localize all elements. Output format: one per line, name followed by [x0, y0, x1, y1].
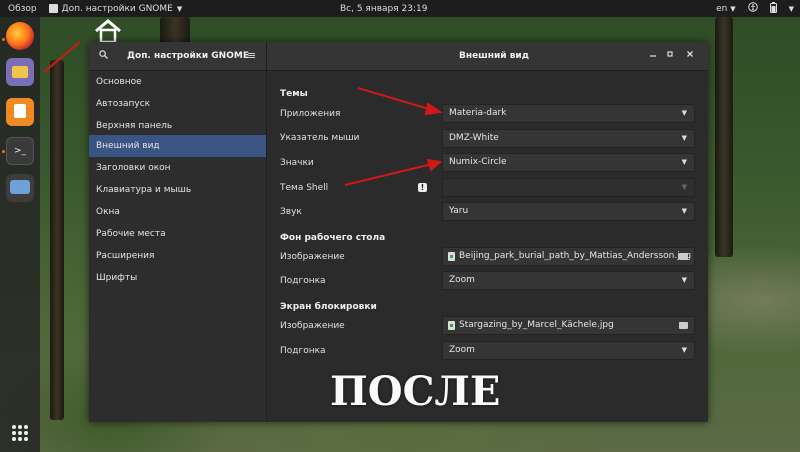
sound-theme-value: Yaru	[449, 206, 469, 216]
sidebar-item-fonts[interactable]: Шрифты	[89, 267, 266, 289]
tweaks-icon[interactable]	[6, 174, 34, 202]
running-indicator	[2, 38, 5, 41]
activities-button[interactable]: Обзор	[0, 4, 45, 14]
lockscreen-fit-dropdown[interactable]: Zoom ▼	[442, 341, 695, 360]
sidebar-item-workspaces[interactable]: Рабочие места	[89, 223, 266, 245]
wallpaper-tree-trunk	[715, 17, 733, 257]
icons-theme-value: Numix-Circle	[449, 157, 507, 167]
background-image-value: Beijing_park_burial_path_by_Mattias_Ande…	[459, 251, 692, 261]
sidebar-item-startup[interactable]: Автозапуск	[89, 93, 266, 115]
sidebar-title: Доп. настройки GNOME	[127, 51, 249, 61]
keyboard-layout-indicator[interactable]: en ▼	[716, 4, 736, 14]
background-fit-label: Подгонка	[280, 276, 326, 286]
app-menu[interactable]: Доп. настройки GNOME ▼	[45, 4, 187, 14]
battery-icon[interactable]	[769, 1, 777, 16]
clock[interactable]: Вс, 5 января 23:19	[340, 4, 427, 14]
system-tray: en ▼ ▼	[716, 1, 794, 16]
applications-theme-label: Приложения	[280, 109, 341, 119]
chevron-down-icon: ▼	[681, 346, 687, 354]
app-menu-label: Доп. настройки GNOME	[61, 3, 173, 14]
chevron-down-icon: ▼	[788, 4, 794, 13]
icons-theme-label: Значки	[280, 158, 314, 168]
warning-icon: !	[418, 183, 427, 192]
background-image-label: Изображение	[280, 252, 345, 262]
top-bar: Обзор Доп. настройки GNOME ▼ Вс, 5 январ…	[0, 0, 800, 17]
sidebar-item-window-titlebars[interactable]: Заголовки окон	[89, 157, 266, 179]
show-applications-icon[interactable]	[12, 425, 28, 441]
sidebar-item-extensions[interactable]: Расширения	[89, 245, 266, 267]
lockscreen-image-label: Изображение	[280, 321, 345, 331]
sidebar-header: Доп. настройки GNOME ≡	[89, 42, 267, 70]
chevron-down-icon: ▼	[681, 109, 687, 117]
background-fit-value: Zoom	[449, 275, 475, 285]
search-icon[interactable]	[99, 50, 108, 59]
applications-theme-value: Materia-dark	[449, 108, 507, 118]
lockscreen-fit-label: Подгонка	[280, 346, 326, 356]
background-section-title: Фон рабочего стола	[280, 233, 386, 243]
system-menu[interactable]: ▼	[789, 4, 794, 14]
hamburger-menu-icon[interactable]: ≡	[247, 49, 256, 62]
overlay-caption: ПОСЛЕ	[330, 368, 501, 415]
shell-theme-label: Тема Shell	[280, 183, 329, 193]
folder-icon	[679, 253, 688, 260]
sound-theme-dropdown[interactable]: Yaru ▼	[442, 202, 695, 221]
shell-theme-dropdown: ▼	[442, 178, 695, 197]
chevron-down-icon: ▼	[176, 4, 183, 13]
cursor-theme-value: DMZ-White	[449, 133, 499, 143]
chevron-down-icon: ▼	[730, 4, 736, 13]
chevron-down-icon: ▼	[681, 183, 687, 191]
chevron-down-icon: ▼	[681, 276, 687, 284]
files-icon[interactable]	[6, 58, 34, 86]
home-folder-icon[interactable]	[93, 18, 123, 44]
themes-section-title: Темы	[280, 89, 308, 99]
sidebar-item-appearance[interactable]: Внешний вид	[89, 135, 266, 157]
sidebar-item-top-bar[interactable]: Верхняя панель	[89, 115, 266, 137]
cursor-theme-dropdown[interactable]: DMZ-White ▼	[442, 129, 695, 148]
sidebar-item-general[interactable]: Основное	[89, 71, 266, 93]
lockscreen-image-chooser[interactable]: Stargazing_by_Marcel_Kächele.jpg	[442, 316, 695, 335]
sidebar-item-windows[interactable]: Окна	[89, 201, 266, 223]
image-file-icon	[448, 252, 455, 261]
folder-icon	[679, 322, 688, 329]
terminal-icon[interactable]: >_	[6, 137, 34, 165]
applications-theme-dropdown[interactable]: Materia-dark ▼	[442, 104, 695, 123]
icons-theme-dropdown[interactable]: Numix-Circle ▼	[442, 153, 695, 172]
image-file-icon	[448, 321, 455, 330]
lockscreen-image-value: Stargazing_by_Marcel_Kächele.jpg	[459, 320, 614, 330]
close-icon[interactable]	[683, 49, 697, 63]
accessibility-icon[interactable]	[747, 2, 758, 15]
cursor-theme-label: Указатель мыши	[280, 133, 360, 143]
minimize-icon[interactable]	[646, 49, 660, 63]
dock: >_	[0, 17, 40, 452]
sound-theme-label: Звук	[280, 207, 302, 217]
tweaks-window: Доп. настройки GNOME ≡ Внешний вид Основ…	[89, 42, 708, 422]
wallpaper-tree-trunk	[50, 60, 64, 420]
chevron-down-icon: ▼	[681, 207, 687, 215]
chevron-down-icon: ▼	[681, 134, 687, 142]
running-indicator	[2, 150, 5, 153]
background-image-chooser[interactable]: Beijing_park_burial_path_by_Mattias_Ande…	[442, 247, 695, 266]
lockscreen-section-title: Экран блокировки	[280, 302, 377, 312]
keyboard-layout-label: en	[716, 3, 728, 14]
firefox-icon[interactable]	[6, 22, 34, 50]
software-center-icon[interactable]	[6, 98, 34, 126]
sidebar-item-keyboard-mouse[interactable]: Клавиатура и мышь	[89, 179, 266, 201]
sidebar: Основное Автозапуск Верхняя панель Внешн…	[89, 71, 267, 422]
page-title: Внешний вид	[459, 51, 529, 61]
tweaks-app-icon	[48, 4, 58, 13]
chevron-down-icon: ▼	[681, 158, 687, 166]
maximize-icon[interactable]	[663, 49, 677, 63]
lockscreen-fit-value: Zoom	[449, 345, 475, 355]
background-fit-dropdown[interactable]: Zoom ▼	[442, 271, 695, 290]
header-bar: Доп. настройки GNOME ≡ Внешний вид	[89, 42, 708, 71]
